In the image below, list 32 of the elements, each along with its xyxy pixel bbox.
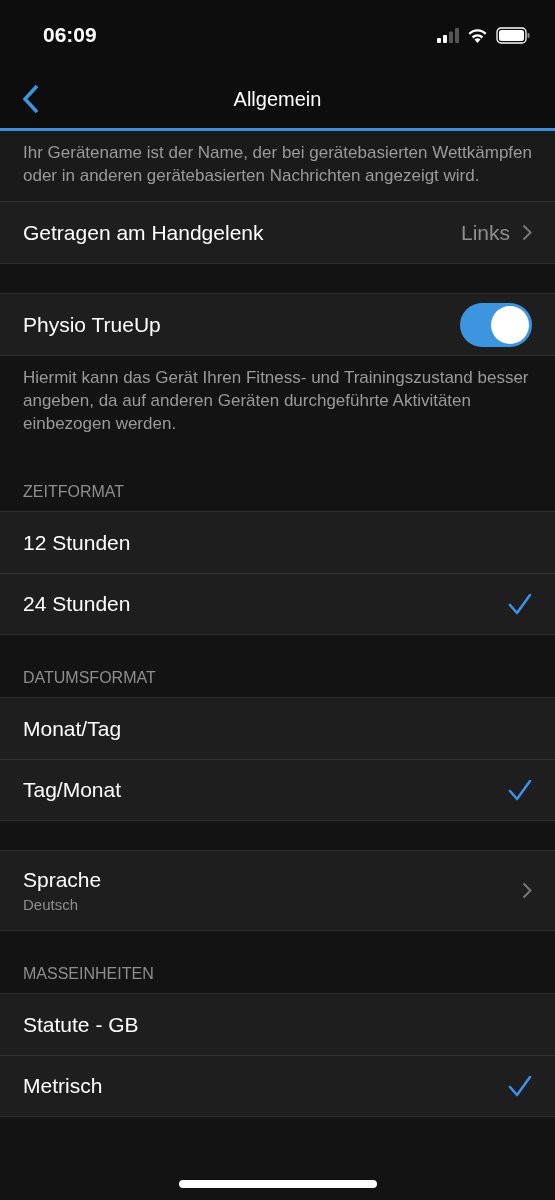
row-label: 12 Stunden: [23, 530, 131, 555]
section-footer: Hiermit kann das Gerät Ihren Fitness- und Trainingszustand besser angeben, da auf anderen Geräten durchgeführte Aktivitäten einbezogen werden.: [0, 356, 555, 449]
row-label: Metrisch: [23, 1074, 103, 1098]
row-subtitle: Deutsch: [23, 896, 80, 913]
nav-title: Allgemein: [233, 87, 322, 111]
option-row[interactable]: Metrisch: [0, 1055, 555, 1116]
settings-row[interactable]: Getragen am Handgelenk Links: [0, 202, 555, 263]
chevron-right-icon: [522, 224, 532, 241]
section-header: MASSEINHEITEN: [22, 965, 155, 984]
row-label: Getragen am Handgelenk: [23, 220, 264, 245]
settings-row[interactable]: Sprache Deutsch: [0, 851, 555, 930]
signal-icon: [437, 27, 459, 43]
toggle-switch[interactable]: [460, 302, 532, 347]
battery-icon: [496, 26, 530, 44]
row-label: 24 Stunden: [23, 592, 131, 616]
row-label: Sprache: [23, 868, 102, 892]
section-header: DATUMSFORMAT: [22, 669, 157, 688]
chevron-right-icon: [522, 882, 532, 899]
row-label: Monat/Tag: [23, 716, 122, 741]
option-row[interactable]: 24 Stunden: [0, 573, 555, 634]
option-row[interactable]: Tag/Monat: [0, 759, 555, 820]
row-label: Statute - GB: [23, 1012, 139, 1037]
option-row[interactable]: 12 Stunden: [0, 512, 555, 573]
option-row[interactable]: Monat/Tag: [0, 698, 555, 759]
row-label: Physio TrueUp: [23, 312, 161, 337]
row-label: Tag/Monat: [23, 778, 122, 802]
row-value: Links: [460, 220, 510, 245]
section-footer: Ihr Gerätename ist der Name, der bei gerätebasierten Wettkämpfen oder in anderen gerätebasierten Nachrichten angezeigt wird.: [0, 131, 555, 201]
status-time: 06:09: [43, 23, 97, 47]
section-header: ZEITFORMAT: [22, 483, 126, 502]
wifi-icon: [467, 27, 488, 43]
option-row[interactable]: Statute - GB: [0, 994, 555, 1055]
